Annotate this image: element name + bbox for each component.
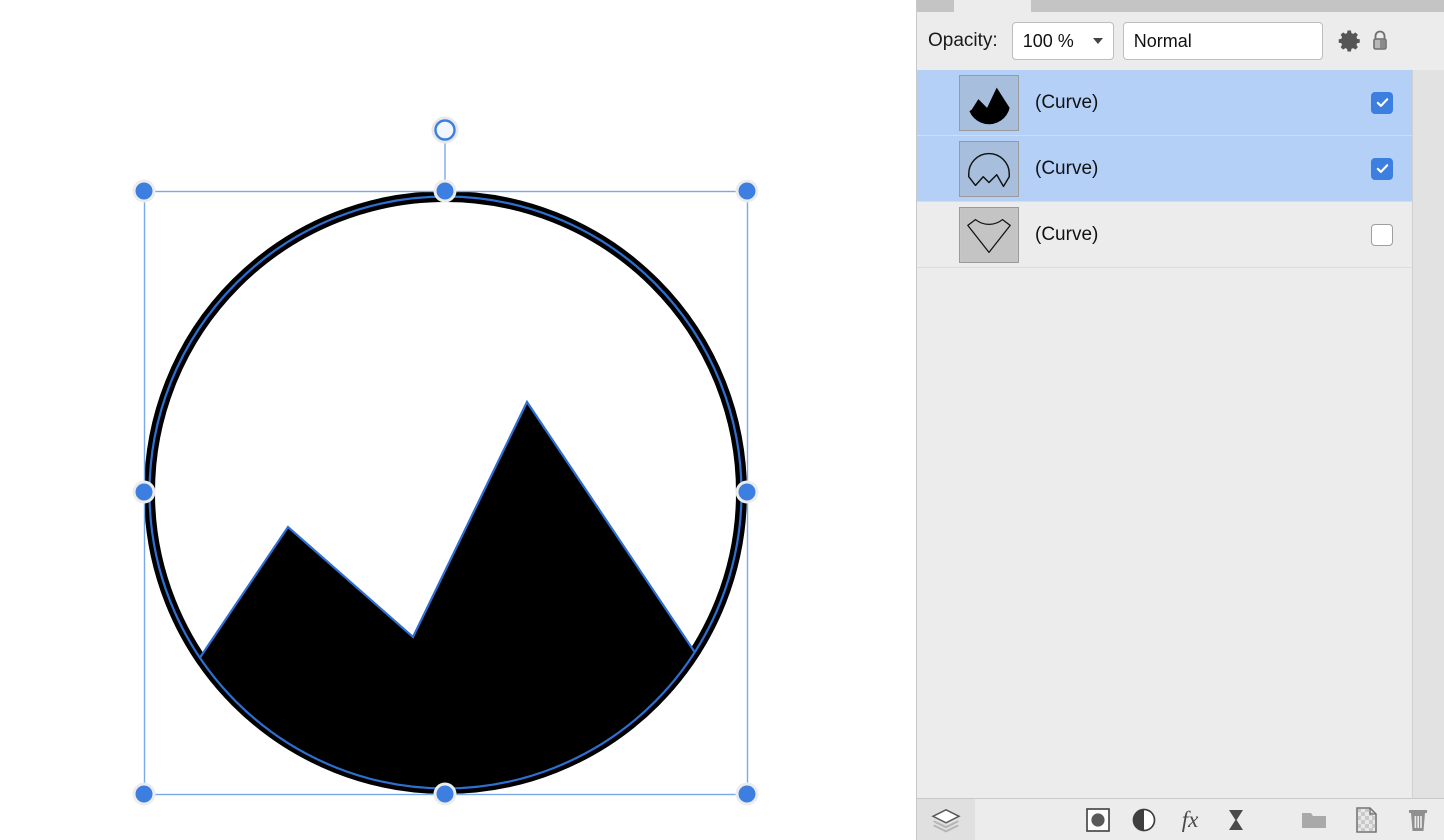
fx-icon[interactable]: fx [1175,805,1205,835]
handle-bottom-center-dot[interactable] [436,785,454,803]
layer-thumbnail [959,74,1019,131]
lock-icon[interactable] [1365,26,1395,56]
handle-top-center-dot[interactable] [436,182,454,200]
layer-name: (Curve) [1035,157,1099,179]
handle-top-right-dot[interactable] [738,182,756,200]
panel-tab-strip [917,0,1444,13]
opacity-value: 100 % [1022,30,1074,51]
blend-mode-field[interactable]: Normal [1122,22,1323,60]
layers-panel: Opacity: 100 % Normal (Curve) (Curve) (C… [916,0,1444,840]
layers-bottom-toolbar: fx [917,798,1444,840]
layer-properties-toolbar: Opacity: 100 % Normal [917,12,1444,70]
layer-thumbnail [959,140,1019,197]
layer-visibility-checkbox[interactable] [1371,157,1393,180]
layer-action-buttons: fx [1083,799,1251,840]
layer-list[interactable]: (Curve) (Curve) (Curve) [917,70,1413,798]
handle-bottom-left-dot[interactable] [135,785,153,803]
handle-rotation-inner[interactable] [434,119,456,141]
layer-name: (Curve) [1035,223,1099,245]
mask-circle-icon[interactable] [1083,805,1113,835]
blend-mode-value: Normal [1133,30,1192,51]
half-filled-circle-icon[interactable] [1129,805,1159,835]
trash-icon[interactable] [1403,805,1433,835]
check-icon [1376,164,1388,173]
panel-scrollbar[interactable] [1412,70,1444,798]
layer-visibility-checkbox[interactable] [1371,223,1393,246]
layers-stack-glyph [931,808,961,833]
layer-visibility-checkbox[interactable] [1371,91,1393,114]
layer-create-buttons [1299,799,1433,840]
gear-icon[interactable] [1335,26,1365,56]
handle-middle-left-dot[interactable] [135,483,153,501]
layers-stack-icon[interactable] [917,799,975,840]
layer-name: (Curve) [1035,91,1099,113]
layer-row[interactable]: (Curve) [917,70,1413,136]
layer-row[interactable]: (Curve) [917,202,1413,268]
handle-bottom-right-dot[interactable] [738,785,756,803]
layer-row[interactable]: (Curve) [917,136,1413,202]
handle-top-left-dot[interactable] [135,182,153,200]
document-canvas[interactable] [0,0,916,840]
mountain-fill-shape [149,402,742,789]
chevron-down-icon [1092,38,1103,44]
opacity-label: Opacity: [928,30,998,51]
layer-thumbnail [959,206,1019,263]
canvas-artwork [132,116,759,806]
new-page-icon[interactable] [1351,805,1381,835]
check-icon [1376,98,1388,107]
opacity-dropdown[interactable]: 100 % [1011,22,1114,60]
hourglass-icon[interactable] [1221,805,1251,835]
handle-middle-right-dot[interactable] [738,483,756,501]
application-window: Opacity: 100 % Normal (Curve) (Curve) (C… [0,0,1444,840]
folder-icon[interactable] [1299,805,1329,835]
